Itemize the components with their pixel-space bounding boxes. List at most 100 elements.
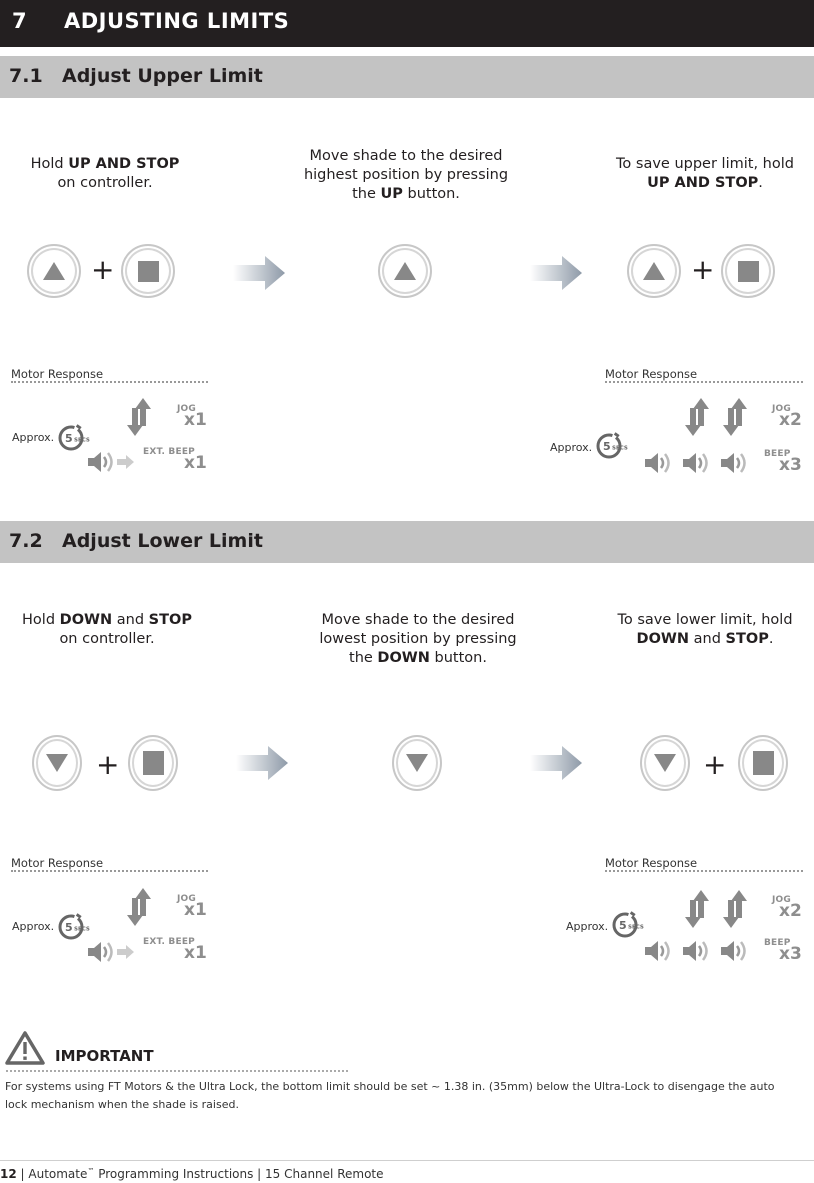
- text: on controller.: [57, 175, 153, 191]
- beep-count: x3: [779, 944, 802, 964]
- jog-arrows-icon: [723, 890, 747, 928]
- motor-response-label: Motor Response: [11, 367, 104, 381]
- text: lock mechanism when the shade is raised.: [5, 1098, 239, 1111]
- speaker-beep-icon: [683, 941, 708, 961]
- stop-square-icon: [737, 260, 759, 282]
- stop-button: [721, 244, 775, 298]
- dotted-divider: [11, 381, 208, 383]
- important-text: For systems using FT Motors & the Ultra …: [5, 1078, 805, 1114]
- beep-count: x3: [779, 455, 802, 475]
- text: button.: [402, 186, 460, 202]
- jog-count: x1: [184, 900, 207, 920]
- speaker-ext-beep-icon: [88, 942, 134, 962]
- text: Move shade to the desired: [309, 148, 503, 164]
- down-button: [32, 735, 82, 791]
- step-2-instruction: Move shade to the desired highest positi…: [296, 147, 516, 204]
- svg-text:5: 5: [603, 440, 611, 453]
- plus-sign: +: [691, 253, 715, 286]
- plus-sign: +: [96, 748, 120, 781]
- text: Move shade to the desired: [321, 612, 515, 628]
- bold-text: UP AND STOP: [68, 156, 180, 172]
- jog-arrows-icon: [685, 890, 709, 928]
- speaker-beep-icon: [645, 941, 670, 961]
- section-number: 7.1: [9, 65, 43, 87]
- section-header-lower-limit: 7.2 Adjust Lower Limit: [0, 521, 814, 563]
- text: on controller.: [59, 631, 155, 647]
- step-3-instruction: To save lower limit, hold DOWN and STOP.: [600, 611, 810, 649]
- bold-text: DOWN: [377, 650, 430, 666]
- bold-text: UP: [380, 186, 403, 202]
- beep-count: x1: [184, 943, 207, 963]
- jog-arrows-icon: [723, 398, 747, 436]
- plus-sign: +: [91, 253, 115, 286]
- important-title: IMPORTANT: [55, 1047, 154, 1065]
- next-arrow-icon: [236, 746, 288, 780]
- text: Hold: [30, 156, 69, 172]
- bold-text: DOWN: [636, 631, 690, 647]
- next-arrow-icon: [530, 256, 582, 290]
- bold-text: STOP: [725, 631, 769, 647]
- timer-5-secs-icon: 5 SECS: [612, 911, 644, 938]
- text: .: [758, 175, 763, 191]
- step-3-instruction: To save upper limit, hold UP AND STOP.: [600, 155, 810, 193]
- document-title: Programming Instructions | 15 Channel Re…: [94, 1167, 384, 1181]
- next-arrow-icon: [530, 746, 582, 780]
- jog-count: x2: [779, 410, 802, 430]
- motor-response-label: Motor Response: [11, 856, 104, 870]
- svg-text:SECS: SECS: [628, 925, 644, 931]
- step-1-instruction: Hold UP AND STOP on controller.: [10, 155, 200, 193]
- up-button: [627, 244, 681, 298]
- brand-name: Automate: [28, 1167, 88, 1181]
- beep-count: x1: [184, 453, 207, 473]
- svg-text:5: 5: [619, 919, 627, 932]
- text: .: [768, 631, 774, 647]
- jog-count: x2: [779, 901, 802, 921]
- text: and: [112, 612, 149, 628]
- dotted-divider: [605, 870, 803, 872]
- text: button.: [429, 650, 487, 666]
- stop-button: [128, 735, 178, 791]
- section-number: 7.2: [9, 530, 43, 552]
- up-triangle-icon: [43, 262, 65, 280]
- approx-label: Approx.: [550, 441, 593, 454]
- up-button: [378, 244, 432, 298]
- svg-text:5: 5: [65, 921, 73, 934]
- svg-text:SECS: SECS: [74, 438, 90, 444]
- dotted-divider: [605, 381, 803, 383]
- stop-square-icon: [137, 260, 159, 282]
- svg-text:5: 5: [65, 432, 73, 445]
- text: the: [352, 186, 381, 202]
- chapter-header: 7 ADJUSTING LIMITS: [0, 0, 814, 47]
- dotted-divider: [11, 870, 208, 872]
- text: highest position by pressing: [303, 167, 509, 183]
- dotted-divider: [6, 1070, 348, 1072]
- section-title: Adjust Lower Limit: [62, 530, 263, 552]
- step-1-instruction: Hold DOWN and STOP on controller.: [8, 611, 206, 649]
- up-triangle-icon: [394, 262, 416, 280]
- plus-sign: +: [703, 748, 727, 781]
- down-button: [640, 735, 690, 791]
- approx-label: Approx.: [12, 920, 55, 933]
- up-button: [27, 244, 81, 298]
- page-number: 12: [0, 1167, 17, 1181]
- text: and: [689, 631, 726, 647]
- motor-response-label: Motor Response: [605, 856, 698, 870]
- footer-divider: [0, 1160, 814, 1161]
- step-2-instruction: Move shade to the desired lowest positio…: [306, 611, 530, 668]
- chapter-number: 7: [12, 9, 28, 33]
- jog-arrows-icon: [685, 398, 709, 436]
- speaker-beep-icon: [721, 941, 746, 961]
- down-triangle-icon: [654, 754, 676, 772]
- text: Hold: [22, 612, 60, 628]
- svg-text:SECS: SECS: [74, 927, 90, 933]
- jog-arrows-icon: [127, 888, 151, 926]
- chapter-title: ADJUSTING LIMITS: [64, 9, 290, 33]
- text: lowest position by pressing: [319, 631, 517, 647]
- section-title: Adjust Upper Limit: [62, 65, 263, 87]
- down-triangle-icon: [406, 754, 428, 772]
- warning-icon: [5, 1031, 45, 1065]
- stop-button: [121, 244, 175, 298]
- svg-text:SECS: SECS: [612, 446, 628, 452]
- bold-text: STOP: [148, 612, 192, 628]
- text: the: [349, 650, 378, 666]
